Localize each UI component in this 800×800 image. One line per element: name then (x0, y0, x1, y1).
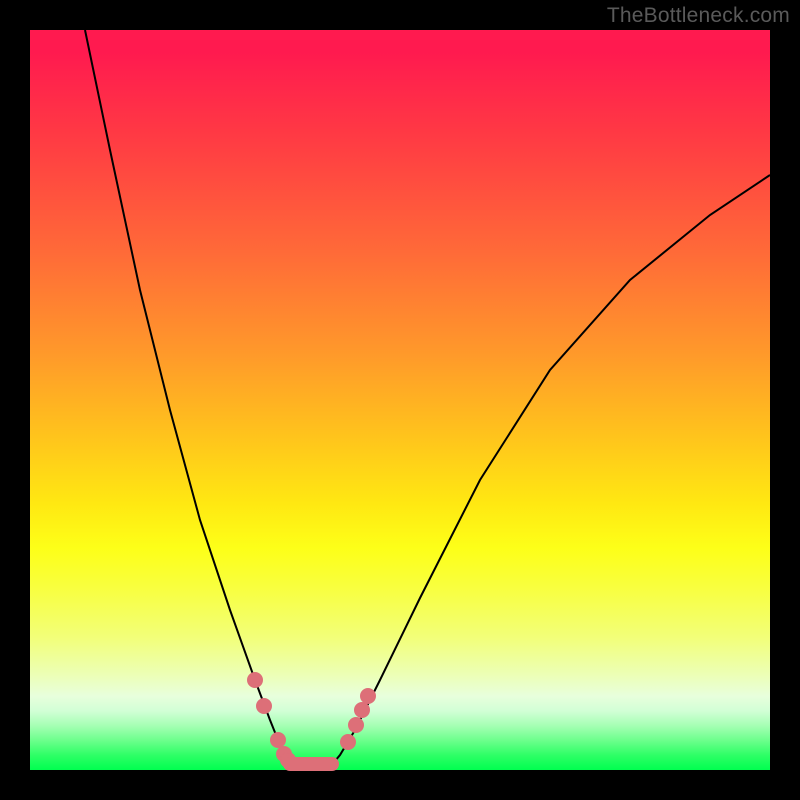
chart-svg (30, 30, 770, 770)
bead (341, 735, 356, 750)
bead (271, 733, 286, 748)
bead-group (248, 673, 376, 768)
bead (361, 689, 376, 704)
right-curve (330, 175, 770, 767)
bead (349, 718, 364, 733)
bead (355, 703, 370, 718)
left-curve (85, 30, 292, 767)
bead (248, 673, 263, 688)
bead (257, 699, 272, 714)
plot-area (30, 30, 770, 770)
watermark-text: TheBottleneck.com (607, 4, 790, 28)
outer-frame: TheBottleneck.com (0, 0, 800, 800)
